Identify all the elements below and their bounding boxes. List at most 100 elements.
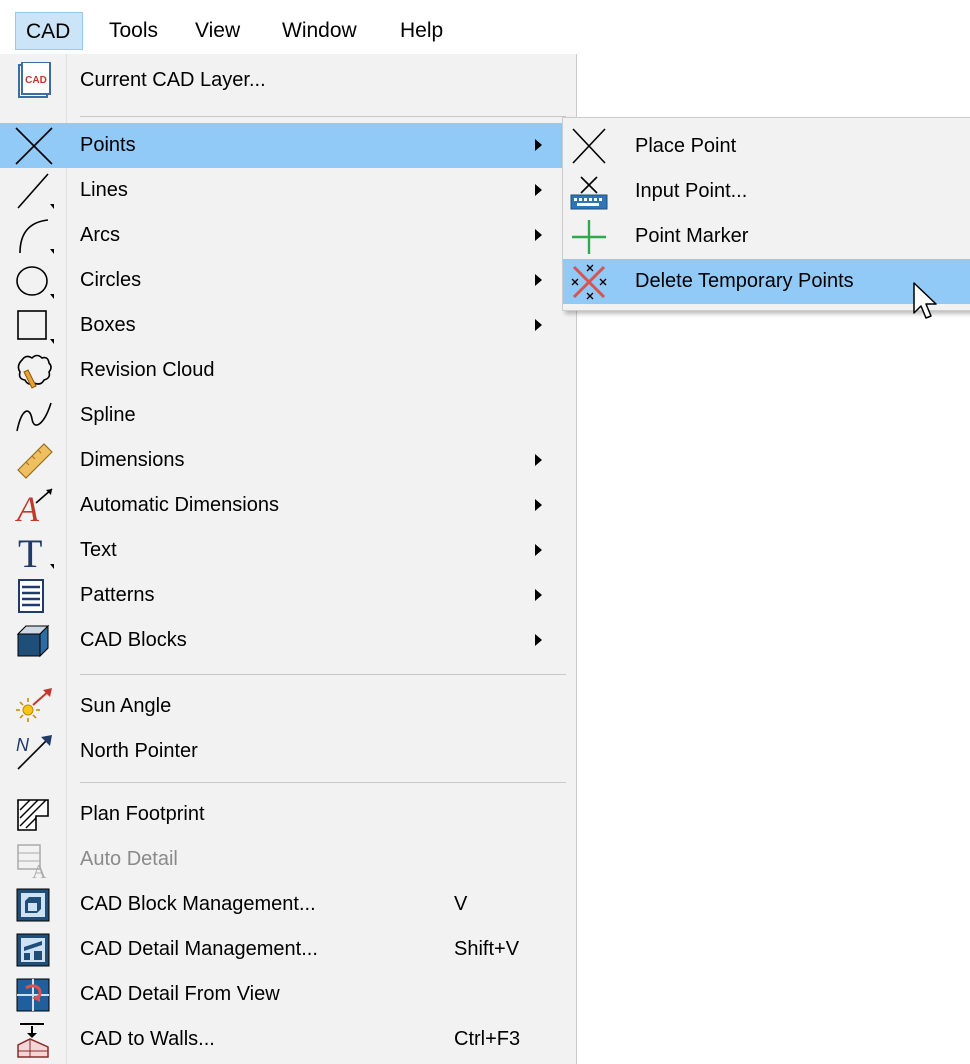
auto-dimension-icon: A (15, 488, 53, 525)
text-icon: T (18, 532, 54, 570)
menu-item-label: Circles (80, 269, 142, 291)
point-marker-icon (572, 220, 606, 254)
cad-to-walls-icon (17, 1023, 49, 1058)
menu-item-lines[interactable]: Lines (0, 168, 576, 213)
menu-item-circles[interactable]: Circles (0, 258, 576, 303)
menu-item-label: Points (80, 134, 136, 156)
detail-management-icon (16, 933, 50, 967)
menu-item-label: Input Point... (635, 180, 748, 202)
menu-item-label: CAD Block Management... (80, 893, 316, 915)
points-submenu: Place Point Input Point... Point Marker (562, 117, 970, 311)
cad-dropdown-menu: CAD Current CAD Layer... Points Lines Ar… (0, 54, 577, 1064)
revision-cloud-icon (17, 354, 52, 389)
cad-block-icon (16, 624, 50, 658)
submenu-arrow-icon (535, 634, 542, 646)
menu-item-cad-blocks[interactable]: CAD Blocks (0, 618, 576, 663)
submenu-item-point-marker[interactable]: Point Marker (563, 214, 970, 259)
box-icon (17, 310, 54, 344)
menu-item-label: CAD Detail Management... (80, 938, 318, 960)
menu-item-label: Automatic Dimensions (80, 494, 279, 516)
menu-item-points[interactable]: Points (0, 123, 576, 168)
north-pointer-icon: N (16, 735, 52, 770)
menu-item-boxes[interactable]: Boxes (0, 303, 576, 348)
menu-item-text[interactable]: T Text (0, 528, 576, 573)
menu-item-label: Spline (80, 404, 136, 426)
menu-item-spline[interactable]: Spline (0, 393, 576, 438)
menu-item-north-pointer[interactable]: N North Pointer (0, 729, 576, 774)
patterns-icon (18, 579, 44, 613)
menu-item-label: Plan Footprint (80, 803, 205, 825)
submenu-arrow-icon (535, 544, 542, 556)
svg-text:A: A (32, 861, 47, 879)
menu-item-patterns[interactable]: Patterns (0, 573, 576, 618)
menu-item-current-cad-layer[interactable]: CAD Current CAD Layer... (0, 58, 576, 103)
menu-item-label: CAD Blocks (80, 629, 187, 651)
detail-from-view-icon (16, 978, 50, 1012)
submenu-arrow-icon (535, 589, 542, 601)
svg-text:N: N (16, 735, 30, 755)
mouse-cursor-icon (913, 282, 937, 319)
plan-footprint-icon (17, 799, 49, 831)
menu-item-label: North Pointer (80, 740, 198, 762)
shortcut-label: Shift+V (454, 938, 520, 960)
place-point-icon (572, 128, 606, 164)
menu-tools[interactable]: Tools (99, 12, 168, 50)
arc-icon (19, 219, 54, 254)
spline-icon (16, 402, 52, 432)
menu-item-cad-to-walls[interactable]: CAD to Walls... Ctrl+F3 (0, 1017, 576, 1062)
submenu-arrow-icon (535, 274, 542, 286)
menu-item-label: Point Marker (635, 225, 749, 247)
menu-item-label: Lines (80, 179, 128, 201)
line-icon (17, 173, 54, 209)
menu-separator (80, 116, 566, 117)
menu-item-label: Delete Temporary Points (635, 270, 854, 292)
menu-item-cad-detail-management[interactable]: CAD Detail Management... Shift+V (0, 927, 576, 972)
menu-item-revision-cloud[interactable]: Revision Cloud (0, 348, 576, 393)
menu-item-arcs[interactable]: Arcs (0, 213, 576, 258)
svg-text:A: A (15, 489, 40, 525)
menu-item-label: Revision Cloud (80, 359, 215, 381)
submenu-item-delete-temporary-points[interactable]: Delete Temporary Points (563, 259, 970, 304)
menu-item-label: Arcs (80, 224, 120, 246)
menu-item-sun-angle[interactable]: Sun Angle (0, 684, 576, 729)
circle-icon (16, 266, 54, 299)
menu-item-label: Auto Detail (80, 848, 178, 870)
menu-separator (80, 782, 566, 783)
submenu-arrow-icon (535, 139, 542, 151)
submenu-arrow-icon (535, 499, 542, 511)
shortcut-label: Ctrl+F3 (454, 1028, 521, 1050)
submenu-arrow-icon (535, 229, 542, 241)
submenu-arrow-icon (535, 184, 542, 196)
point-x-icon (15, 127, 53, 165)
menu-item-label: Place Point (635, 135, 737, 157)
submenu-item-input-point[interactable]: Input Point... (563, 169, 970, 214)
sun-angle-icon (16, 688, 52, 722)
menu-view[interactable]: View (185, 12, 250, 50)
menu-item-plan-footprint[interactable]: Plan Footprint (0, 792, 576, 837)
menu-item-label: CAD Detail From View (80, 983, 280, 1005)
menu-cad[interactable]: CAD (15, 12, 83, 50)
menu-item-label: Dimensions (80, 449, 185, 471)
input-point-icon (570, 176, 608, 210)
delete-points-icon (571, 264, 607, 300)
menu-item-label: CAD to Walls... (80, 1028, 215, 1050)
menu-window[interactable]: Window (272, 12, 367, 50)
menu-item-automatic-dimensions[interactable]: A Automatic Dimensions (0, 483, 576, 528)
ruler-icon (17, 443, 53, 479)
block-management-icon (16, 888, 50, 922)
menu-item-dimensions[interactable]: Dimensions (0, 438, 576, 483)
svg-text:T: T (18, 532, 42, 570)
shortcut-label: V (454, 893, 468, 915)
submenu-arrow-icon (535, 319, 542, 331)
menu-item-label: Current CAD Layer... (80, 69, 266, 91)
menu-item-cad-block-management[interactable]: CAD Block Management... V (0, 882, 576, 927)
menu-separator (80, 674, 566, 675)
menu-bar: CAD Tools View Window Help (0, 0, 578, 54)
submenu-item-place-point[interactable]: Place Point (563, 124, 970, 169)
submenu-arrow-icon (535, 454, 542, 466)
menu-help[interactable]: Help (390, 12, 453, 50)
menu-item-cad-detail-from-view[interactable]: CAD Detail From View (0, 972, 576, 1017)
menu-item-label: Boxes (80, 314, 136, 336)
auto-detail-icon: A (17, 844, 47, 879)
menu-item-label: Text (80, 539, 117, 561)
